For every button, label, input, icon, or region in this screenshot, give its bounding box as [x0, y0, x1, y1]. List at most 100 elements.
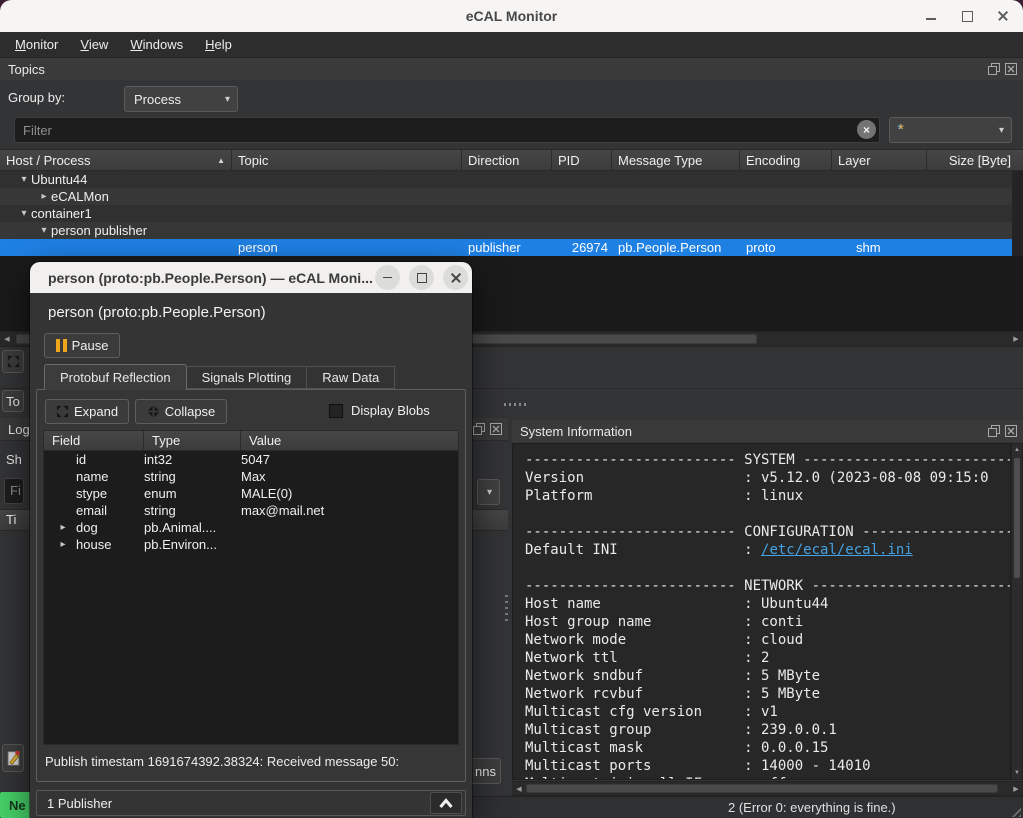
- scroll-left-icon[interactable]: ◀: [0, 332, 14, 346]
- topics-dock-title: Topics: [0, 62, 45, 77]
- tree-collapsed-icon[interactable]: ▸: [56, 536, 70, 553]
- column-layer[interactable]: Layer: [832, 150, 927, 170]
- column-message-type[interactable]: Message Type: [612, 150, 740, 170]
- clear-icon: ×: [863, 123, 870, 137]
- menu-help[interactable]: Help: [194, 37, 243, 52]
- table-row-house[interactable]: ▸house pb.Environ...: [44, 536, 458, 553]
- column-pid[interactable]: PID: [552, 150, 612, 170]
- protobuf-table: Field Type Value id int32 5047 name stri…: [43, 430, 459, 745]
- dialog-close-button[interactable]: [443, 265, 468, 290]
- tree-expanded-icon[interactable]: ▾: [37, 222, 51, 239]
- dialog-minimize-button[interactable]: [375, 265, 400, 290]
- column-direction[interactable]: Direction: [462, 150, 552, 170]
- scrollbar-handle[interactable]: [1014, 458, 1020, 578]
- columns-button-fragment[interactable]: nns: [470, 758, 501, 784]
- scroll-up-icon[interactable]: ▲: [1012, 444, 1022, 456]
- tree-expanded-icon[interactable]: ▾: [17, 171, 31, 188]
- expand-arrows-icon: [7, 355, 20, 368]
- tree-expanded-icon[interactable]: ▾: [17, 205, 31, 222]
- expand-arrows-icon: [56, 405, 69, 418]
- table-row-email[interactable]: email string max@mail.net: [44, 502, 458, 519]
- tab-protobuf-reflection[interactable]: Protobuf Reflection: [44, 364, 187, 390]
- close-icon: [997, 10, 1009, 22]
- chevron-down-icon: ▾: [487, 487, 499, 498]
- table-row-stype[interactable]: stype enum MALE(0): [44, 485, 458, 502]
- scrollbar-handle[interactable]: [526, 784, 998, 793]
- splitter-handle[interactable]: [505, 595, 508, 623]
- table-row-ubuntu44[interactable]: ▾ Ubuntu44: [0, 171, 1012, 188]
- maximize-button[interactable]: [959, 8, 975, 24]
- collapse-arrows-icon: [147, 405, 160, 418]
- topic-heading: person (proto:pb.People.Person): [48, 304, 266, 321]
- chevron-down-icon: ▾: [999, 125, 1011, 136]
- column-encoding[interactable]: Encoding: [740, 150, 832, 170]
- group-by-label: Group by:: [8, 90, 65, 105]
- protobuf-table-header: Field Type Value: [44, 431, 458, 451]
- table-row-person-selected[interactable]: person publisher 26974 pb.People.Person …: [0, 239, 1012, 256]
- minimize-button[interactable]: [923, 8, 939, 24]
- column-size[interactable]: Size [Byte]: [927, 150, 1023, 170]
- close-panel-icon[interactable]: [1005, 425, 1017, 437]
- dialog-titlebar[interactable]: person (proto:pb.People.Person) — eCAL M…: [30, 262, 472, 293]
- menu-windows[interactable]: Windows: [119, 37, 194, 52]
- dialog-maximize-button[interactable]: [409, 265, 434, 290]
- float-panel-icon[interactable]: [988, 63, 1000, 75]
- expand-button[interactable]: Expand: [45, 399, 129, 424]
- scroll-down-icon[interactable]: ▼: [1012, 767, 1022, 779]
- minimize-icon: [926, 18, 936, 20]
- tree-collapsed-icon[interactable]: ▸: [56, 519, 70, 536]
- table-row-dog[interactable]: ▸dog pb.Animal....: [44, 519, 458, 536]
- table-row-person-publisher[interactable]: ▾ person publisher: [0, 222, 1012, 239]
- pause-button[interactable]: Pause: [44, 333, 120, 358]
- scroll-right-icon[interactable]: ▶: [1009, 782, 1023, 795]
- splitter-handle[interactable]: [504, 403, 526, 406]
- scroll-right-icon[interactable]: ▶: [1009, 332, 1023, 346]
- system-info-horizontal-scrollbar[interactable]: ◀ ▶: [512, 781, 1023, 796]
- topics-table-header: Host / Process ▲ Topic Direction PID Mes…: [0, 149, 1023, 171]
- window-title: eCAL Monitor: [466, 8, 558, 24]
- table-row-id[interactable]: id int32 5047: [44, 451, 458, 468]
- clear-filter-button[interactable]: ×: [857, 120, 876, 139]
- close-button[interactable]: [995, 8, 1011, 24]
- column-value[interactable]: Value: [241, 431, 458, 450]
- column-field[interactable]: Field: [44, 431, 144, 450]
- resize-grip[interactable]: [1008, 804, 1021, 817]
- close-panel-icon[interactable]: [490, 423, 502, 435]
- system-info-title: System Information: [512, 424, 632, 439]
- edit-log-button-fragment[interactable]: [2, 744, 24, 772]
- tree-collapsed-icon[interactable]: ▸: [37, 188, 51, 205]
- log-filter-input-fragment[interactable]: Fi: [4, 478, 24, 504]
- table-row-name[interactable]: name string Max: [44, 468, 458, 485]
- scroll-left-icon[interactable]: ◀: [512, 782, 526, 795]
- table-row-container1[interactable]: ▾ container1: [0, 205, 1012, 222]
- column-topic[interactable]: Topic: [232, 150, 462, 170]
- column-host-process[interactable]: Host / Process ▲: [0, 150, 232, 170]
- expand-details-button[interactable]: [430, 792, 462, 814]
- close-panel-icon[interactable]: [1005, 63, 1017, 75]
- cell-direction: publisher: [462, 239, 552, 256]
- float-panel-icon[interactable]: [988, 425, 1000, 437]
- system-info-vertical-scrollbar[interactable]: ▲ ▼: [1011, 443, 1023, 780]
- float-panel-icon[interactable]: [473, 423, 485, 435]
- tab-raw-data[interactable]: Raw Data: [307, 366, 395, 389]
- table-row-ecalmon[interactable]: ▸ eCALMon: [0, 188, 1012, 205]
- dialog-body: person (proto:pb.People.Person) Pause Pr…: [30, 293, 472, 818]
- show-label-fragment: Sh: [6, 452, 22, 467]
- menu-monitor[interactable]: Monitor: [4, 37, 69, 52]
- sort-ascending-icon: ▲: [217, 156, 225, 165]
- log-combo-fragment[interactable]: ▾: [477, 479, 500, 505]
- menu-view[interactable]: View: [69, 37, 119, 52]
- filter-input[interactable]: [14, 117, 880, 143]
- group-by-select[interactable]: Process ▾: [124, 86, 238, 112]
- column-type[interactable]: Type: [144, 431, 241, 450]
- display-blobs-checkbox[interactable]: [329, 404, 343, 418]
- tab-signals-plotting[interactable]: Signals Plotting: [187, 366, 308, 389]
- tab-fragment[interactable]: To: [2, 390, 24, 412]
- ecal-ini-link[interactable]: /etc/ecal/ecal.ini: [761, 542, 913, 558]
- toolbar-button-fragment[interactable]: [2, 350, 24, 373]
- collapse-button[interactable]: Collapse: [135, 399, 227, 424]
- cell-topic: person: [232, 239, 462, 256]
- publish-status-line: Publish timestam 1691674392.38324: Recei…: [45, 754, 459, 769]
- cell-message-type: pb.People.Person: [612, 239, 740, 256]
- filter-scope-select[interactable]: * ▾: [889, 117, 1012, 143]
